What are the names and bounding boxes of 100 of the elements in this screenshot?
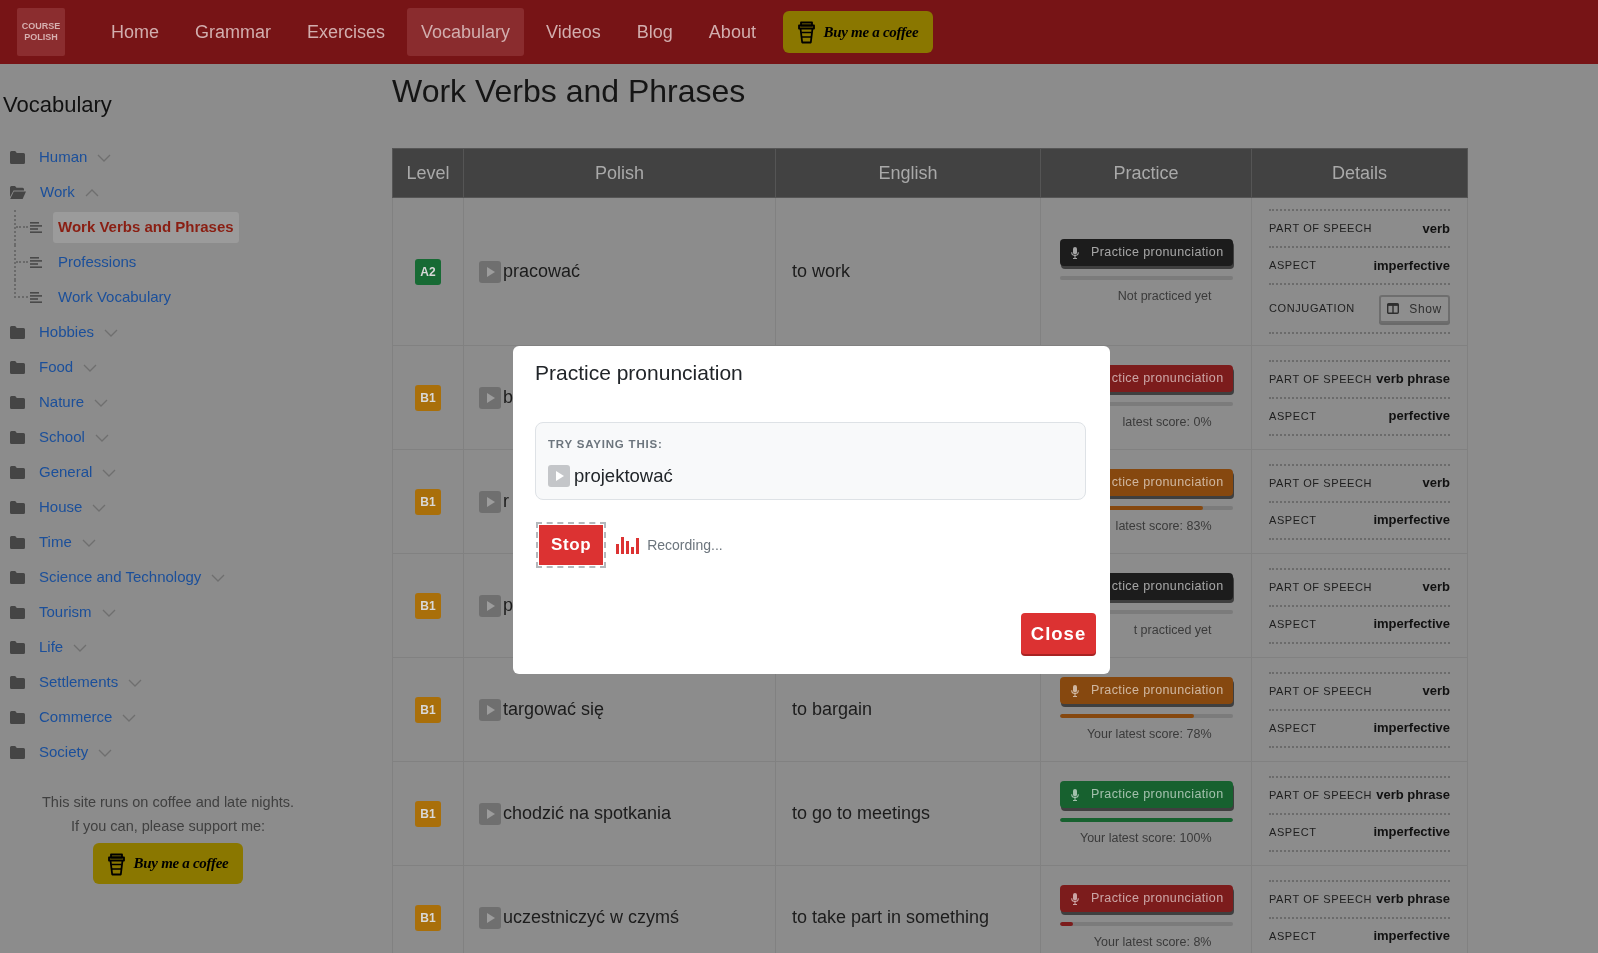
category-link[interactable]: Food: [39, 356, 74, 379]
folder-icon: [10, 606, 25, 619]
nav-link[interactable]: Blog: [622, 8, 687, 56]
category-link[interactable]: Work: [40, 181, 75, 204]
detail-value: verb: [1422, 219, 1450, 238]
close-button[interactable]: Close: [1021, 613, 1096, 654]
category-link[interactable]: Commerce: [39, 706, 113, 729]
category-link[interactable]: Tourism: [39, 601, 92, 624]
folder-icon: [10, 501, 25, 514]
chevron-down-icon[interactable]: [122, 713, 137, 722]
show-button[interactable]: Show: [1379, 294, 1450, 323]
chevron-down-icon[interactable]: [101, 608, 116, 617]
play-icon[interactable]: [479, 906, 501, 929]
polish-word: pracować: [503, 260, 581, 283]
folder-icon: [10, 396, 25, 409]
chevron-down-icon[interactable]: [94, 433, 109, 442]
category-link[interactable]: General: [39, 461, 93, 484]
level-badge: B1: [415, 384, 441, 411]
column-header: Level: [392, 148, 464, 198]
play-icon[interactable]: [479, 490, 501, 513]
detail-value: verb phrase: [1376, 370, 1450, 389]
category-link[interactable]: Hobbies: [39, 321, 95, 344]
list-icon: [30, 257, 42, 268]
chevron-down-icon[interactable]: [98, 748, 113, 757]
score-text: t practiced yet: [1133, 622, 1212, 638]
buy-coffee-button[interactable]: Buy me a coffee: [782, 11, 933, 53]
level-badge: A2: [415, 258, 441, 285]
level-badge: B1: [415, 488, 441, 515]
play-icon[interactable]: [479, 802, 501, 825]
play-icon[interactable]: [479, 594, 501, 617]
buy-coffee-button[interactable]: Buy me a coffee: [93, 843, 243, 884]
category-link[interactable]: Settlements: [39, 671, 119, 694]
detail-label: PART OF SPEECH: [1269, 787, 1373, 803]
detail-value: imperfective: [1373, 511, 1450, 530]
category-link[interactable]: School: [39, 426, 85, 449]
subcategory-link[interactable]: Work Vocabulary: [53, 282, 177, 313]
chevron-down-icon[interactable]: [94, 398, 109, 407]
prompt-label: TRY SAYING THIS:: [548, 437, 663, 451]
category-link[interactable]: Time: [39, 531, 72, 554]
nav-link[interactable]: Home: [97, 8, 173, 56]
nav-link[interactable]: Exercises: [293, 8, 400, 56]
play-icon[interactable]: [479, 698, 501, 721]
category-link[interactable]: Society: [39, 741, 89, 764]
detail-value: imperfective: [1373, 719, 1450, 738]
detail-label: ASPECT: [1269, 720, 1317, 736]
practice-button[interactable]: Practice pronunciation: [1059, 677, 1233, 704]
folder-icon: [10, 151, 25, 164]
detail-value: verb: [1422, 474, 1450, 493]
category-link[interactable]: Nature: [39, 391, 85, 414]
folder-icon: [10, 571, 25, 584]
chevron-down-icon[interactable]: [102, 468, 117, 477]
detail-value: verb phrase: [1376, 786, 1450, 805]
coffee-cup-icon: [107, 851, 125, 876]
nav-link[interactable]: About: [694, 8, 770, 56]
stop-button[interactable]: Stop: [536, 522, 607, 568]
category-link[interactable]: Science and Technology: [39, 566, 202, 589]
detail-value: perfective: [1388, 407, 1450, 426]
chevron-down-icon[interactable]: [73, 643, 88, 652]
english-translation: to bargain: [792, 699, 873, 719]
chevron-down-icon[interactable]: [83, 363, 98, 372]
score-text: latest score: 83%: [1115, 518, 1212, 534]
chevron-down-icon[interactable]: [211, 573, 226, 582]
columns-icon: [1387, 303, 1400, 314]
level-badge: B1: [415, 800, 441, 827]
chevron-down-icon[interactable]: [104, 328, 119, 337]
practice-button[interactable]: Practice pronunciation: [1059, 885, 1233, 912]
nav-link[interactable]: Videos: [532, 8, 615, 56]
prompt-phrase: projektować: [574, 464, 673, 488]
chevron-down-icon[interactable]: [128, 678, 143, 687]
chevron-down-icon[interactable]: [97, 153, 112, 162]
score-text: Not practiced yet: [1117, 288, 1212, 304]
play-icon[interactable]: [479, 260, 501, 283]
category-link[interactable]: House: [39, 496, 83, 519]
folder-icon: [10, 746, 25, 759]
play-icon[interactable]: [548, 464, 570, 487]
polish-word: chodzić na spotkania: [503, 802, 672, 825]
subcategory-link[interactable]: Work Verbs and Phrases: [53, 212, 239, 243]
sidebar-heading: Vocabulary: [3, 91, 112, 119]
folder-icon: [10, 676, 25, 689]
site-logo[interactable]: COURSE POLISH: [17, 8, 65, 56]
level-badge: B1: [415, 696, 441, 723]
practice-button[interactable]: Practice pronunciation: [1059, 781, 1233, 808]
detail-label: PART OF SPEECH: [1269, 475, 1373, 491]
english-translation: to take part in something: [792, 907, 990, 927]
category-link[interactable]: Life: [39, 636, 64, 659]
nav-link[interactable]: Grammar: [181, 8, 285, 56]
detail-value: verb: [1422, 578, 1450, 597]
chevron-down-icon[interactable]: [92, 503, 107, 512]
play-icon[interactable]: [479, 386, 501, 409]
subcategory-link[interactable]: Professions: [53, 247, 142, 278]
chevron-up-icon[interactable]: [84, 188, 99, 197]
polish-word: r: [503, 490, 509, 513]
detail-label: ASPECT: [1269, 616, 1317, 632]
polish-word: uczestniczyć w czymś: [503, 906, 680, 929]
practice-button[interactable]: Practice pronunciation: [1059, 239, 1233, 266]
dialog-title: Practice pronunciation: [535, 360, 743, 386]
detail-label: CONJUGATION: [1269, 301, 1355, 317]
nav-link[interactable]: Vocabulary: [407, 8, 525, 56]
category-link[interactable]: Human: [39, 146, 88, 169]
chevron-down-icon[interactable]: [81, 538, 96, 547]
